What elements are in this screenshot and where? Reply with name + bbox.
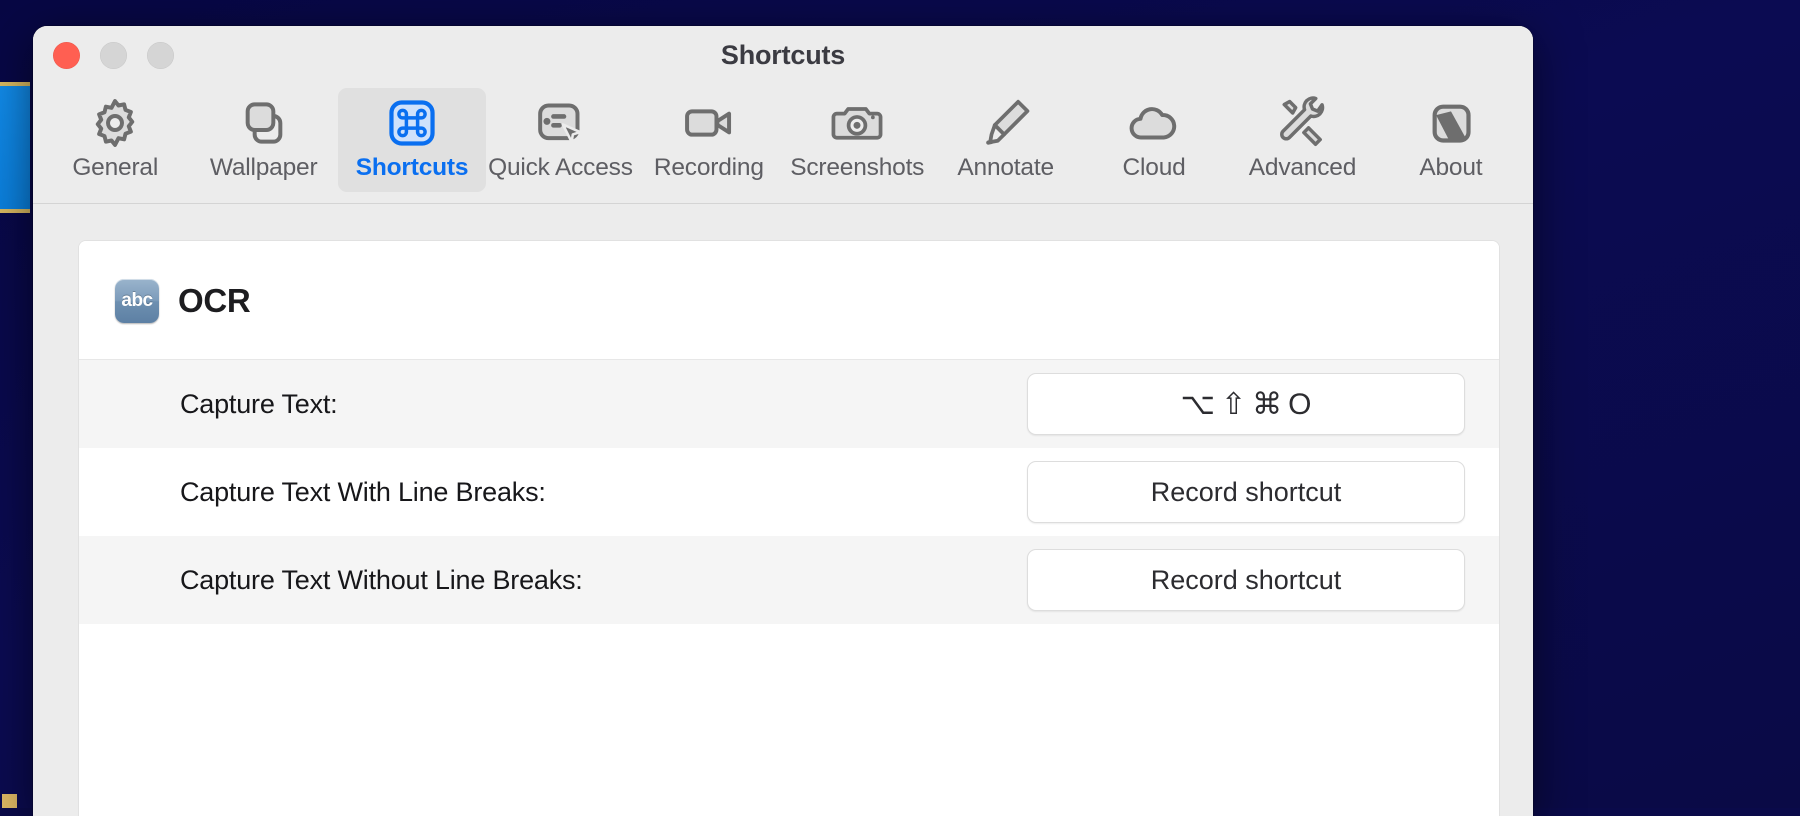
- preferences-toolbar: General Wallpaper Shortcuts: [33, 88, 1533, 204]
- window-titlebar: Shortcuts: [33, 26, 1533, 88]
- toolbar-item-label: Shortcuts: [356, 154, 469, 182]
- video-camera-icon: [681, 94, 737, 152]
- toolbar-item-label: Quick Access: [488, 154, 633, 182]
- window-title: Shortcuts: [33, 40, 1533, 71]
- shortcut-row-capture-text-without-line-breaks: Capture Text Without Line Breaks: Record…: [79, 536, 1499, 624]
- shortcut-row-capture-text-with-line-breaks: Capture Text With Line Breaks: Record sh…: [79, 448, 1499, 536]
- shortcut-row-capture-text: Capture Text: ⌥⇧⌘O: [79, 360, 1499, 448]
- shortcut-record-button[interactable]: Record shortcut: [1027, 461, 1465, 523]
- shortcut-row-label: Capture Text:: [180, 389, 1027, 420]
- shortcut-row-label: Capture Text With Line Breaks:: [180, 477, 1027, 508]
- cloud-icon: [1126, 94, 1182, 152]
- toolbar-item-label: Cloud: [1123, 154, 1186, 182]
- section-title: OCR: [178, 282, 250, 320]
- windows-stack-icon: [236, 94, 292, 152]
- shortcut-record-button[interactable]: ⌥⇧⌘O: [1027, 373, 1465, 435]
- abc-icon: abc: [115, 279, 159, 323]
- toolbar-item-general[interactable]: General: [41, 88, 189, 192]
- shortcut-record-button[interactable]: Record shortcut: [1027, 549, 1465, 611]
- gear-icon: [87, 94, 143, 152]
- shortcut-row-label: Capture Text Without Line Breaks:: [180, 565, 1027, 596]
- toolbar-item-label: Annotate: [957, 154, 1053, 182]
- toolbar-item-label: Recording: [654, 154, 764, 182]
- toolbar-item-label: About: [1419, 154, 1482, 182]
- desktop-accent-strip: [0, 82, 30, 213]
- toolbar-item-screenshots[interactable]: Screenshots: [783, 88, 931, 192]
- preferences-content: abc OCR Capture Text: ⌥⇧⌘O Capture Text …: [33, 204, 1533, 816]
- toolbar-item-wallpaper[interactable]: Wallpaper: [189, 88, 337, 192]
- wrench-screwdriver-icon: [1274, 94, 1330, 152]
- card-bottom-spacer: [79, 624, 1499, 744]
- preferences-window: Shortcuts General Wallpaper: [33, 26, 1533, 816]
- app-logo-icon: [1423, 94, 1479, 152]
- toolbar-item-quick-access[interactable]: Quick Access: [486, 88, 634, 192]
- toolbar-item-shortcuts[interactable]: Shortcuts: [338, 88, 486, 192]
- quick-access-cursor-icon: [532, 94, 588, 152]
- command-key-icon: [384, 94, 440, 152]
- toolbar-item-about[interactable]: About: [1377, 88, 1525, 192]
- toolbar-item-annotate[interactable]: Annotate: [931, 88, 1079, 192]
- toolbar-item-label: Advanced: [1249, 154, 1356, 182]
- ocr-section-header: abc OCR: [79, 241, 1499, 360]
- toolbar-item-label: Screenshots: [790, 154, 924, 182]
- toolbar-item-advanced[interactable]: Advanced: [1228, 88, 1376, 192]
- ocr-settings-card: abc OCR Capture Text: ⌥⇧⌘O Capture Text …: [78, 240, 1500, 816]
- toolbar-item-label: General: [72, 154, 158, 182]
- toolbar-item-label: Wallpaper: [210, 154, 318, 182]
- toolbar-item-recording[interactable]: Recording: [635, 88, 783, 192]
- toolbar-item-cloud[interactable]: Cloud: [1080, 88, 1228, 192]
- desktop-corner-swatch: [2, 794, 17, 808]
- highlighter-pen-icon: [978, 94, 1034, 152]
- camera-icon: [829, 94, 885, 152]
